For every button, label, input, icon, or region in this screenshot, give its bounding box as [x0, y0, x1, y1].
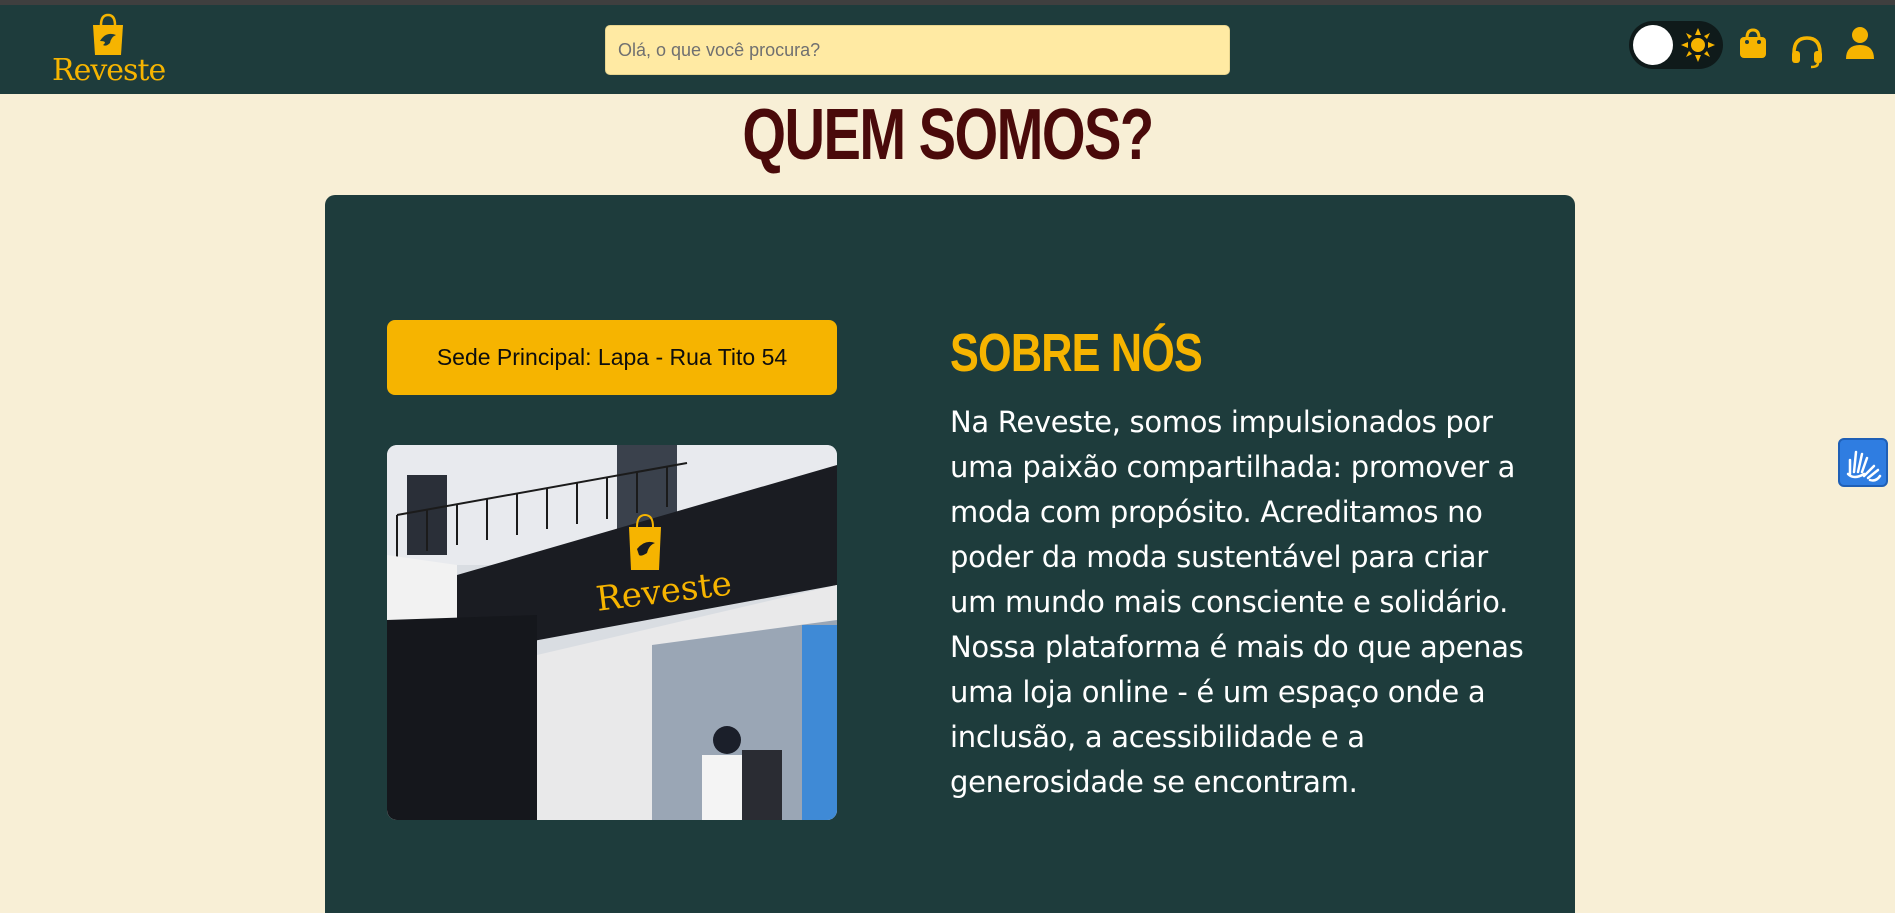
brand-logo[interactable]: Reveste — [52, 13, 166, 93]
storefront-photo: Reveste — [387, 445, 837, 820]
sign-language-accessibility-button[interactable] — [1838, 438, 1888, 487]
sun-icon — [1681, 28, 1715, 62]
sign-language-hands-icon — [1846, 450, 1882, 482]
about-paragraph: Na Reveste, somos impulsionados por uma … — [950, 405, 1524, 799]
user-icon[interactable] — [1845, 25, 1875, 61]
search-input[interactable] — [605, 25, 1230, 75]
shopping-bag-logo-icon — [93, 13, 123, 55]
theme-toggle[interactable] — [1629, 21, 1723, 69]
headset-icon[interactable] — [1789, 33, 1825, 69]
brand-name: Reveste — [52, 53, 166, 88]
shopping-bag-icon[interactable] — [1738, 27, 1768, 59]
site-header: Reveste — [0, 5, 1895, 94]
headquarters-badge: Sede Principal: Lapa - Rua Tito 54 — [387, 320, 837, 395]
toggle-knob — [1633, 25, 1673, 65]
about-heading: SOBRE NÓS — [950, 323, 1203, 383]
page-title: QUEM SOMOS? — [742, 95, 1154, 175]
storefront-illustration: Reveste — [387, 445, 837, 820]
about-panel: Sede Principal: Lapa - Rua Tito 54 Reves… — [325, 195, 1575, 913]
